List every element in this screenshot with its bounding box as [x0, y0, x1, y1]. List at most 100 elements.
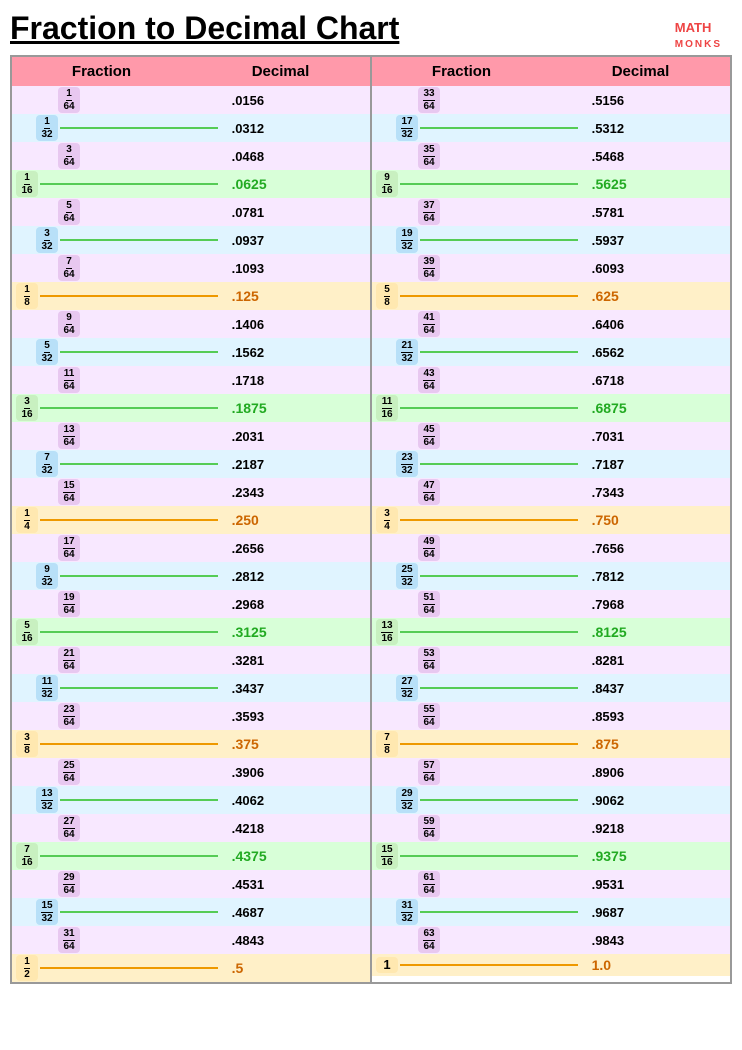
fraction-value: 5564 [418, 703, 440, 729]
fraction-cell: 58 [372, 283, 584, 309]
fraction-cell: 532 [12, 339, 224, 365]
fraction-value: 5164 [418, 591, 440, 617]
right-decimal-header: Decimal [551, 63, 730, 80]
right-rows: 3364.51561732.53123564.5468916.56253764.… [372, 86, 730, 976]
fraction-value: 38 [16, 731, 38, 757]
fraction-cell: 364 [12, 143, 224, 169]
fraction-value: 2132 [396, 339, 418, 365]
fraction-value: 4764 [418, 479, 440, 505]
fraction-value: 3364 [418, 87, 440, 113]
decimal-value: .6093 [584, 261, 730, 276]
fraction-value: 2332 [396, 451, 418, 477]
table-row: 1316.8125 [372, 618, 730, 646]
decimal-value: .9062 [584, 793, 730, 808]
table-row: 3964 .6093 [372, 254, 730, 282]
fraction-cell: 3364 [372, 87, 584, 113]
table-row: 1932.5937 [372, 226, 730, 254]
fraction-value: 2364 [58, 703, 80, 729]
decimal-value: .3281 [224, 653, 370, 668]
table-row: 1332.4062 [12, 786, 370, 814]
page-title: Fraction to Decimal Chart [10, 10, 732, 47]
fraction-cell: 716 [12, 843, 224, 869]
table-row: 6364.9843 [372, 926, 730, 954]
fraction-value: 916 [376, 171, 398, 197]
decimal-value: .750 [584, 512, 730, 528]
fraction-cell: 516 [12, 619, 224, 645]
fraction-value: 1764 [58, 535, 80, 561]
table-row: 4764.7343 [372, 478, 730, 506]
right-fraction-header: Fraction [372, 63, 551, 80]
fraction-cell: 4764 [372, 479, 584, 505]
fraction-value: 332 [36, 227, 58, 253]
decimal-value: .2187 [224, 457, 370, 472]
table-row: 564.0781 [12, 198, 370, 226]
fraction-value: 3964 [418, 255, 440, 281]
table-row: 3164.4843 [12, 926, 370, 954]
fraction-value: 1732 [396, 115, 418, 141]
fraction-value: 1932 [396, 227, 418, 253]
table-row: 1764 .2656 [12, 534, 370, 562]
decimal-value: .7968 [584, 597, 730, 612]
fraction-cell: 38 [12, 731, 224, 757]
decimal-value: .5 [224, 960, 370, 976]
decimal-value: .4687 [224, 905, 370, 920]
decimal-value: .125 [224, 288, 370, 304]
fraction-value: 6164 [418, 871, 440, 897]
table-row: 2932.9062 [372, 786, 730, 814]
fraction-cell: 1516 [372, 843, 584, 869]
fraction-value: 78 [376, 731, 398, 757]
fraction-cell: 34 [372, 507, 584, 533]
right-header: Fraction Decimal [372, 57, 730, 86]
table-row: 38.375 [12, 730, 370, 758]
fraction-value: 18 [16, 283, 38, 309]
table-row: 1516 .9375 [372, 842, 730, 870]
fraction-cell: 164 [12, 87, 224, 113]
left-rows: 164.0156132.0312364.0468116.0625564.0781… [12, 86, 370, 982]
table-row: 2532.7812 [372, 562, 730, 590]
decimal-value: .3593 [224, 709, 370, 724]
fraction-cell: 2364 [12, 703, 224, 729]
decimal-value: .0468 [224, 149, 370, 164]
fraction-cell: 932 [12, 563, 224, 589]
decimal-value: .9375 [584, 848, 730, 864]
decimal-value: .1718 [224, 373, 370, 388]
fraction-value: 132 [36, 115, 58, 141]
fraction-cell: 4164 [372, 311, 584, 337]
decimal-value: .2656 [224, 541, 370, 556]
fraction-value: 14 [16, 507, 38, 533]
table-row: 5364.8281 [372, 646, 730, 674]
decimal-value: 1.0 [584, 957, 730, 973]
fraction-cell: 2532 [372, 563, 584, 589]
fraction-cell: 332 [12, 227, 224, 253]
table-row: 2132.6562 [372, 338, 730, 366]
fraction-cell: 732 [12, 451, 224, 477]
fraction-cell: 12 [12, 955, 224, 981]
decimal-value: .0937 [224, 233, 370, 248]
table-row: 164.0156 [12, 86, 370, 114]
fraction-value: 4364 [418, 367, 440, 393]
fraction-cell: 2564 [12, 759, 224, 785]
decimal-value: .7812 [584, 569, 730, 584]
table-row: 18 .125 [12, 282, 370, 310]
table-row: 2964.4531 [12, 870, 370, 898]
fraction-value: 1516 [376, 843, 398, 869]
table-row: 1732.5312 [372, 114, 730, 142]
table-row: 1116.6875 [372, 394, 730, 422]
decimal-value: .0625 [224, 176, 370, 192]
decimal-value: .4375 [224, 848, 370, 864]
fraction-cell: 132 [12, 115, 224, 141]
fraction-value: 58 [376, 283, 398, 309]
fraction-value: 1964 [58, 591, 80, 617]
fraction-cell: 1332 [12, 787, 224, 813]
fraction-cell: 916 [372, 171, 584, 197]
fraction-value: 2564 [58, 759, 80, 785]
table-row: 5164 .7968 [372, 590, 730, 618]
decimal-value: .7656 [584, 541, 730, 556]
fraction-cell: 564 [12, 199, 224, 225]
decimal-value: .5468 [584, 149, 730, 164]
decimal-value: .6718 [584, 373, 730, 388]
fraction-cell: 6364 [372, 927, 584, 953]
table-row: 132.0312 [12, 114, 370, 142]
fraction-cell: 3132 [372, 899, 584, 925]
decimal-value: .0156 [224, 93, 370, 108]
